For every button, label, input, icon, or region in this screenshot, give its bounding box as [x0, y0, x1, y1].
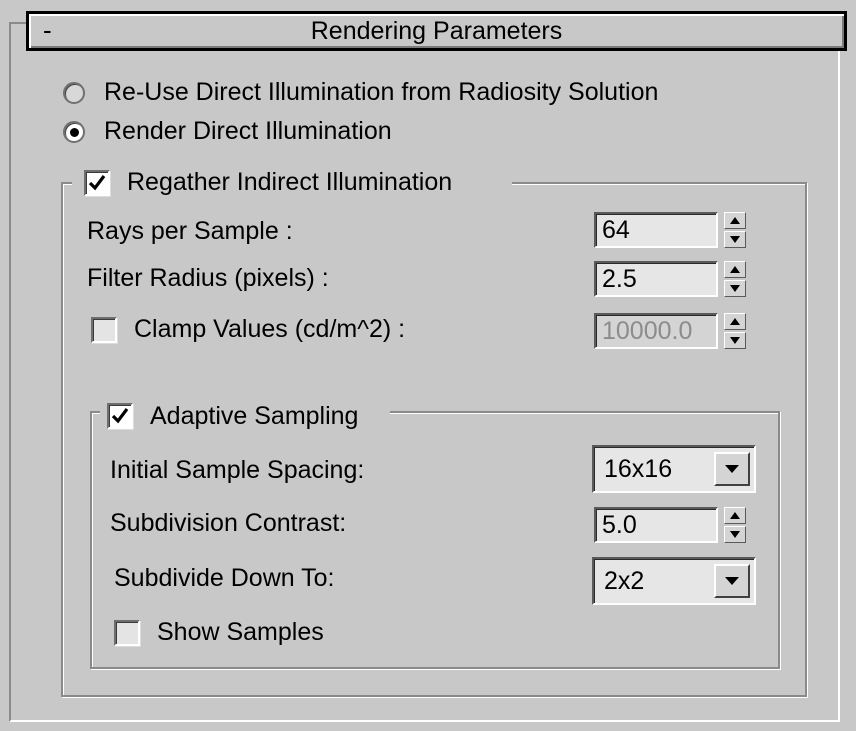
chevron-down-icon — [725, 465, 739, 473]
rollout-title: Rendering Parameters — [310, 17, 563, 45]
initial-sample-spacing-dropdown[interactable]: 16x16 — [592, 445, 756, 493]
adaptive-sampling-checkbox[interactable] — [107, 403, 133, 429]
subdivide-down-to-value: 2x2 — [604, 567, 645, 595]
spinner-up-button[interactable] — [724, 261, 746, 278]
dropdown-arrow-button[interactable] — [714, 452, 750, 486]
triangle-down-icon — [730, 285, 740, 292]
subdivision-contrast-spinner[interactable] — [724, 507, 746, 543]
subdivide-down-to-label: Subdivide Down To: — [114, 564, 335, 592]
triangle-down-icon — [730, 337, 740, 344]
radio-reuse-label: Re-Use Direct Illumination from Radiosit… — [104, 78, 659, 106]
chevron-down-icon — [725, 577, 739, 585]
check-icon — [111, 408, 129, 424]
triangle-down-icon — [730, 531, 740, 538]
radio-render-direct-illumination[interactable] — [63, 121, 85, 143]
initial-sample-spacing-value: 16x16 — [604, 455, 673, 483]
regather-label: Regather Indirect Illumination — [127, 168, 453, 196]
spinner-down-button[interactable] — [724, 526, 746, 543]
triangle-up-icon — [730, 217, 740, 224]
spinner-up-button[interactable] — [724, 313, 746, 330]
dropdown-arrow-button[interactable] — [714, 564, 750, 598]
clamp-values-input[interactable]: 10000.0 — [594, 313, 718, 349]
regather-checkbox[interactable] — [84, 170, 110, 196]
radio-reuse-direct-illumination[interactable] — [63, 82, 85, 104]
rays-per-sample-input[interactable]: 64 — [594, 212, 718, 248]
triangle-up-icon — [730, 266, 740, 273]
subdivide-down-to-dropdown[interactable]: 2x2 — [592, 557, 756, 605]
spinner-up-button[interactable] — [724, 507, 746, 524]
show-samples-checkbox[interactable] — [114, 620, 140, 646]
spinner-up-button[interactable] — [724, 212, 746, 229]
adaptive-sampling-label: Adaptive Sampling — [150, 402, 359, 430]
spinner-down-button[interactable] — [724, 231, 746, 248]
rollout-header[interactable]: - Rendering Parameters — [26, 11, 847, 51]
filter-radius-spinner[interactable] — [724, 261, 746, 297]
triangle-up-icon — [730, 318, 740, 325]
subdivision-contrast-label: Subdivision Contrast: — [110, 509, 347, 537]
check-icon — [88, 175, 106, 191]
filter-radius-label: Filter Radius (pixels) : — [87, 264, 329, 292]
rays-per-sample-spinner[interactable] — [724, 212, 746, 248]
initial-sample-spacing-label: Initial Sample Spacing: — [110, 456, 365, 484]
triangle-down-icon — [730, 236, 740, 243]
subdivision-contrast-input[interactable]: 5.0 — [594, 507, 718, 543]
rays-per-sample-label: Rays per Sample : — [87, 217, 293, 245]
clamp-values-spinner[interactable] — [724, 313, 746, 349]
filter-radius-input[interactable]: 2.5 — [594, 261, 718, 297]
clamp-values-label: Clamp Values (cd/m^2) : — [134, 315, 406, 343]
show-samples-label: Show Samples — [157, 618, 324, 646]
radio-selected-dot — [70, 128, 79, 137]
spinner-down-button[interactable] — [724, 332, 746, 349]
spinner-down-button[interactable] — [724, 280, 746, 297]
radio-render-label: Render Direct Illumination — [104, 117, 392, 145]
clamp-values-checkbox[interactable] — [91, 317, 117, 343]
triangle-up-icon — [730, 512, 740, 519]
